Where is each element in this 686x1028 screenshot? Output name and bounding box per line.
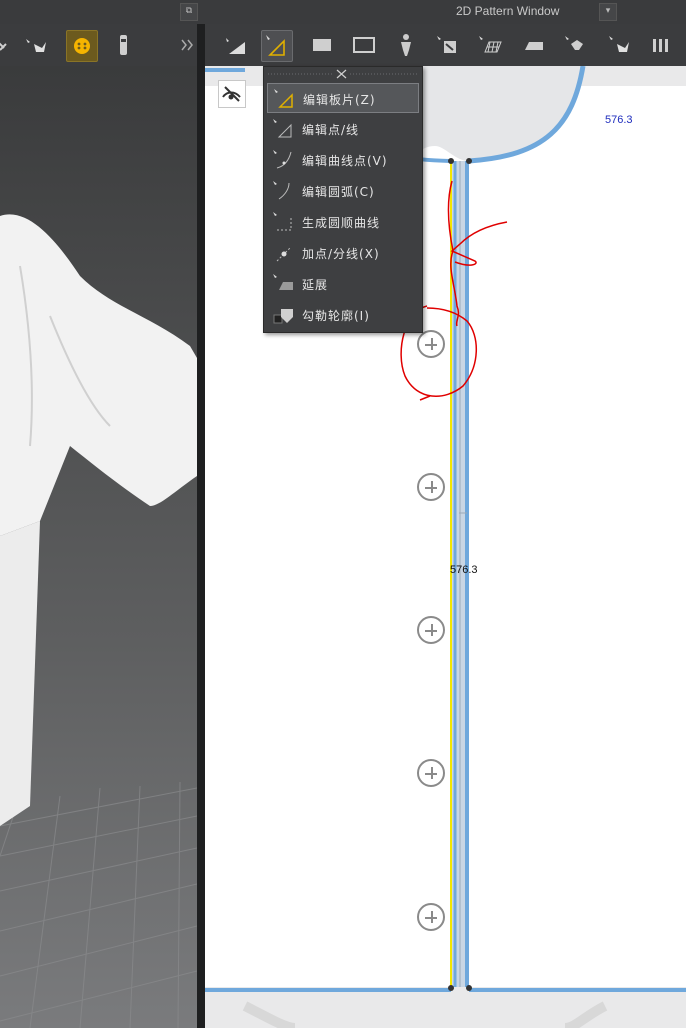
measurement-top-right: 576.3	[605, 114, 633, 126]
menu-item-label: 编辑圆弧(C)	[302, 185, 375, 199]
select-icon[interactable]	[0, 30, 24, 60]
menu-item-label: 延展	[302, 278, 329, 292]
edit-arc-icon	[271, 179, 297, 203]
internal-rectangle-icon[interactable]	[349, 30, 379, 60]
toolbar-3d	[0, 24, 197, 66]
seam-tool-icon[interactable]	[433, 30, 463, 60]
menu-item-add-point[interactable]: 加点/分线(X)	[267, 238, 419, 268]
edit-pattern-menu: 编辑板片(Z) 编辑点/线 编辑曲线点(V) 编辑圆弧(C) 生成圆顺曲线 加点…	[263, 66, 423, 333]
detach-icon[interactable]: ⧉	[180, 3, 198, 21]
menu-grip[interactable]	[264, 67, 422, 81]
add-point-marker[interactable]	[417, 759, 445, 787]
avatar-arrange-icon[interactable]	[391, 30, 421, 60]
extend-icon	[271, 272, 297, 296]
add-point-marker[interactable]	[417, 330, 445, 358]
menu-item-label: 编辑曲线点(V)	[302, 154, 388, 168]
toolbar-2d	[205, 24, 686, 66]
rectangle-icon[interactable]	[307, 30, 337, 60]
chevron-down-icon[interactable]: ▾	[599, 3, 617, 21]
add-point-icon	[271, 241, 297, 265]
button-tool-icon[interactable]	[66, 30, 98, 62]
add-point-marker[interactable]	[417, 473, 445, 501]
view-toggle-icon[interactable]	[218, 80, 246, 108]
tack-2d-icon[interactable]	[605, 30, 635, 60]
transform-pattern-icon[interactable]	[221, 30, 251, 60]
grain-grid-icon[interactable]	[475, 30, 505, 60]
tack-tool-icon[interactable]	[22, 30, 52, 60]
menu-item-edit-arc[interactable]: 编辑圆弧(C)	[267, 176, 419, 206]
menu-item-label: 勾勒轮廓(I)	[302, 309, 370, 323]
menu-item-trace-outline[interactable]: 勾勒轮廓(I)	[267, 300, 419, 330]
edit-pattern-icon	[272, 87, 298, 111]
window-title-bar: ⧉ 2D Pattern Window ▾	[0, 0, 686, 25]
edit-curve-point-icon	[271, 148, 297, 172]
edit-pattern-tool-icon[interactable]	[261, 30, 293, 62]
trace-outline-icon	[271, 303, 297, 327]
panel-divider[interactable]	[197, 24, 205, 1028]
menu-item-label: 加点/分线(X)	[302, 247, 380, 261]
add-point-marker[interactable]	[417, 903, 445, 931]
menu-item-extend[interactable]: 延展	[267, 269, 419, 299]
zipper-icon[interactable]	[108, 30, 138, 60]
menu-item-label: 编辑点/线	[302, 123, 360, 137]
edit-point-line-icon	[271, 117, 297, 141]
iron-icon[interactable]	[519, 30, 549, 60]
menu-item-smooth-curve[interactable]: 生成圆顺曲线	[267, 207, 419, 237]
window-title: 2D Pattern Window	[456, 4, 560, 18]
add-point-marker[interactable]	[417, 616, 445, 644]
fold-arrangement-icon[interactable]	[561, 30, 591, 60]
menu-item-edit-curve-point[interactable]: 编辑曲线点(V)	[267, 145, 419, 175]
smooth-curve-icon	[271, 210, 297, 234]
menu-item-label: 编辑板片(Z)	[303, 93, 376, 107]
measurement-seam-length: 576.3	[450, 564, 478, 576]
sewing-lines-icon[interactable]	[647, 30, 677, 60]
menu-item-edit-pattern[interactable]: 编辑板片(Z)	[267, 83, 419, 113]
menu-item-edit-point-line[interactable]: 编辑点/线	[267, 114, 419, 144]
3d-viewport[interactable]	[0, 66, 197, 1028]
menu-item-label: 生成圆顺曲线	[302, 216, 381, 230]
